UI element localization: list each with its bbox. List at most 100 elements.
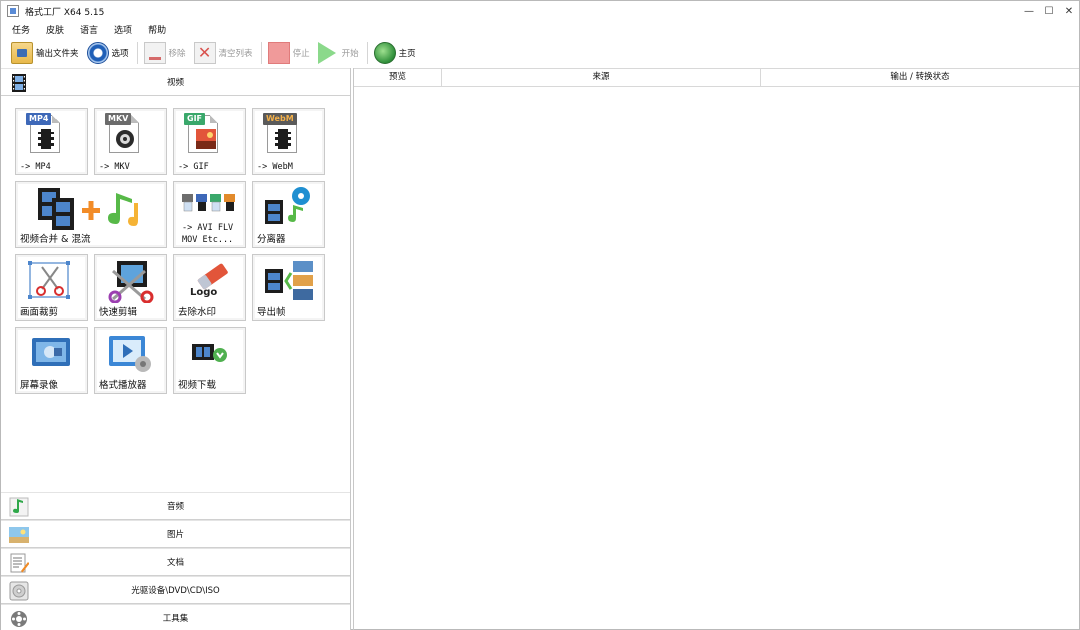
stop-icon (267, 42, 290, 64)
multi-format-icon (182, 194, 235, 212)
close-button[interactable]: ✕ (1059, 1, 1079, 21)
toolbar-divider (260, 42, 262, 64)
stop-button[interactable]: 停止 (267, 40, 310, 66)
tile-label: 分离器 (257, 234, 286, 245)
gif-badge: GIF (184, 113, 206, 125)
category-video-label: 视频 (166, 78, 184, 88)
tile-quick-clip[interactable]: 快速剪辑 (94, 254, 167, 321)
disc-icon (116, 130, 134, 148)
tile-remove-watermark[interactable]: Logo 去除水印 (173, 254, 246, 321)
tile-splitter[interactable]: 分离器 (252, 181, 325, 248)
category-image[interactable]: 图片 (1, 520, 350, 548)
clear-list-icon: ✕ (193, 42, 216, 64)
mp4-badge: MP4 (26, 113, 52, 125)
scissors-film-icon (108, 261, 154, 303)
output-folder-button[interactable]: 输出文件夹 (11, 40, 79, 66)
category-video[interactable]: 视频 (1, 68, 350, 96)
tile-video-download[interactable]: 视频下载 (173, 327, 246, 394)
app-window: 格式工厂 X64 5.15 — ☐ ✕ 任务 皮肤 语言 选项 帮助 输出文件夹… (0, 0, 1080, 630)
remove-label: 移除 (168, 49, 186, 59)
tile-format-player[interactable]: 格式播放器 (94, 327, 167, 394)
tile-label: 屏幕录像 (20, 380, 59, 391)
webm-badge: WebM (263, 113, 297, 125)
task-list-header: 预览 来源 输出 / 转换状态 (354, 68, 1079, 87)
toolbox-icon (11, 611, 27, 627)
column-output-status[interactable]: 输出 / 转换状态 (761, 69, 1079, 86)
category-label: 光驱设备\DVD\CD\ISO (131, 586, 220, 596)
toolbar-divider (136, 42, 138, 64)
function-panel: 视频 MP4 -> MP4 MKV -> MKV GIF -> GIF WebM… (1, 68, 351, 630)
menu-bar: 任务 皮肤 语言 选项 帮助 (1, 21, 179, 37)
tile-label: 格式播放器 (99, 380, 147, 391)
category-optical-drive[interactable]: 光驱设备\DVD\CD\ISO (1, 576, 350, 604)
music-note-icon (9, 497, 29, 517)
film-strip-icon (275, 129, 291, 149)
app-icon (7, 5, 19, 17)
options-label: 选项 (111, 49, 129, 59)
tile-to-gif[interactable]: GIF -> GIF (173, 108, 246, 175)
tile-crop[interactable]: 画面裁剪 (15, 254, 88, 321)
tile-label: 视频合并 & 混流 (20, 234, 91, 245)
tile-export-frames[interactable]: 导出帧 (252, 254, 325, 321)
category-label: 音频 (166, 502, 184, 512)
category-label: 文档 (166, 558, 184, 568)
film-icon (12, 74, 26, 92)
mkv-badge: MKV (105, 113, 132, 125)
tile-to-mp4[interactable]: MP4 -> MP4 (15, 108, 88, 175)
category-label: 工具集 (162, 614, 189, 624)
category-audio[interactable]: 音频 (1, 492, 350, 520)
tile-label: -> MKV (99, 162, 130, 172)
start-button[interactable]: 开始 (317, 40, 359, 66)
image-icon (196, 129, 216, 149)
menu-skin[interactable]: 皮肤 (43, 23, 67, 36)
category-label: 图片 (166, 530, 184, 540)
options-button[interactable]: 选项 (86, 40, 129, 66)
maximize-button[interactable]: ☐ (1039, 1, 1059, 21)
tile-to-webm[interactable]: WebM -> WebM (252, 108, 325, 175)
tile-label: -> GIF (178, 162, 209, 172)
toolbar-divider (366, 42, 368, 64)
start-label: 开始 (341, 49, 359, 59)
task-list-body[interactable] (354, 87, 1079, 630)
category-list: 音频 图片 文档 光驱设备\DVD\CD\ISO 工具集 (1, 492, 350, 630)
menu-help[interactable]: 帮助 (145, 23, 169, 36)
tile-label-line2: MOV Etc... (182, 235, 234, 245)
disc-drive-icon (9, 581, 29, 601)
screen-record-icon (32, 338, 70, 366)
home-button[interactable]: 主页 (373, 40, 416, 66)
tile-label: -> WebM (257, 162, 293, 172)
tile-label: 去除水印 (178, 307, 217, 318)
tile-label: 导出帧 (257, 307, 286, 318)
tile-label: 视频下载 (178, 380, 217, 391)
splitter-icon (265, 187, 310, 224)
remove-icon (143, 42, 166, 64)
minimize-button[interactable]: — (1019, 1, 1039, 21)
crop-icon (28, 261, 70, 299)
tile-to-mkv[interactable]: MKV -> MKV (94, 108, 167, 175)
tile-screen-record[interactable]: 屏幕录像 (15, 327, 88, 394)
task-list-panel: 预览 来源 输出 / 转换状态 (353, 68, 1079, 630)
tile-to-avi-flv-mov[interactable]: -> AVI FLV MOV Etc... (173, 181, 246, 248)
player-icon (109, 336, 151, 372)
column-source[interactable]: 来源 (442, 69, 761, 86)
toolbar: 输出文件夹 选项 移除 ✕ 清空列表 停止 开始 主页 (1, 38, 1079, 68)
tile-label: 画面裁剪 (20, 307, 59, 318)
download-icon (192, 344, 227, 362)
document-icon (10, 553, 29, 573)
home-label: 主页 (398, 49, 416, 59)
category-document[interactable]: 文档 (1, 548, 350, 576)
menu-language[interactable]: 语言 (77, 23, 101, 36)
tile-merge-mux[interactable]: 视频合并 & 混流 (15, 181, 167, 248)
export-frames-icon (265, 261, 313, 300)
menu-options[interactable]: 选项 (111, 23, 135, 36)
tile-label: -> MP4 (20, 162, 51, 172)
category-toolbox[interactable]: 工具集 (1, 604, 350, 630)
column-preview[interactable]: 预览 (354, 69, 442, 86)
tile-label-line1: -> AVI FLV (182, 223, 234, 233)
title-bar: 格式工厂 X64 5.15 — ☐ ✕ (1, 1, 1079, 21)
tile-label: 快速剪辑 (99, 307, 138, 318)
menu-task[interactable]: 任务 (9, 23, 33, 36)
clear-list-button[interactable]: ✕ 清空列表 (193, 40, 253, 66)
remove-button[interactable]: 移除 (143, 40, 186, 66)
picture-icon (9, 527, 29, 543)
